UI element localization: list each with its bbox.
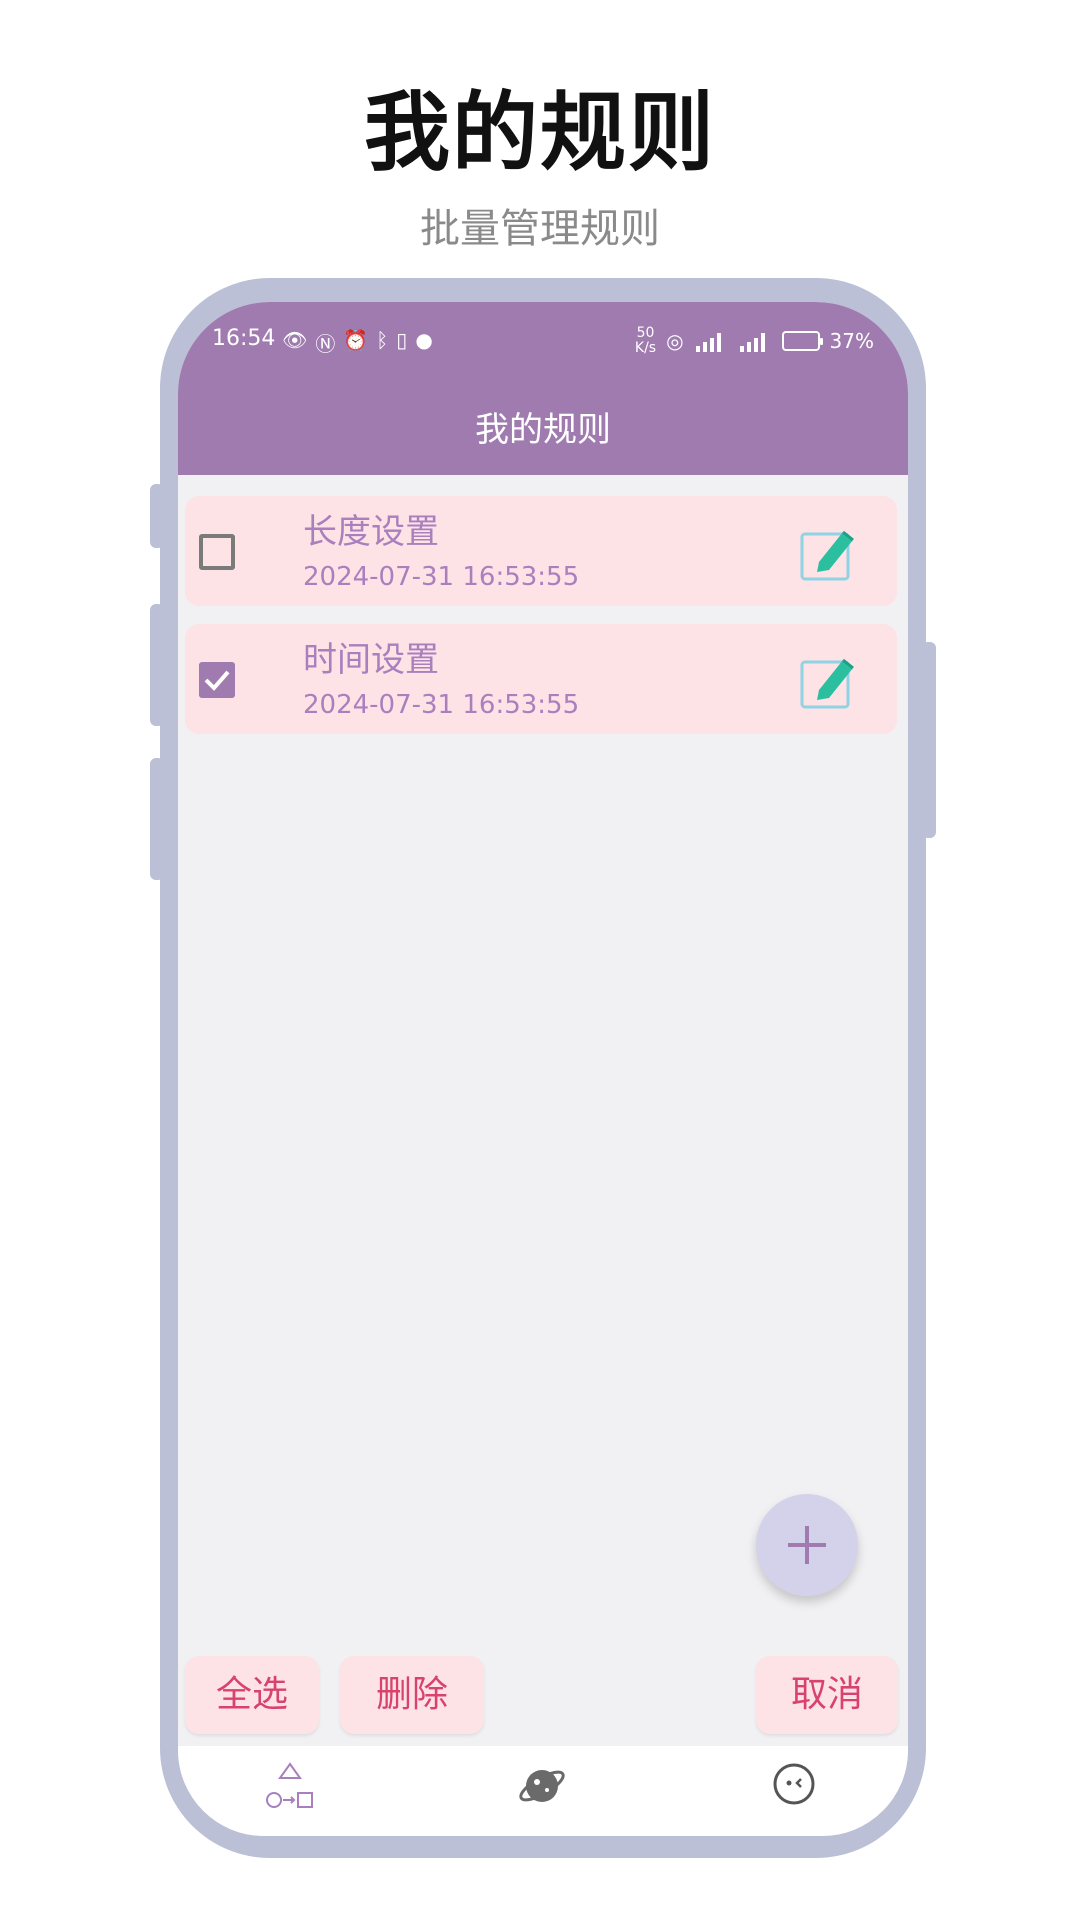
rule-name: 时间设置 bbox=[303, 640, 439, 680]
status-bar: 16:54 👁 Ⓝ ⏰ ᛒ ▯ ● 50 K/s ◎ 37% bbox=[178, 322, 908, 366]
edit-note-icon[interactable] bbox=[799, 652, 857, 710]
rule-date: 2024-07-31 16:53:55 bbox=[303, 690, 580, 720]
hotspot-icon: ◎ bbox=[666, 329, 684, 353]
cancel-button[interactable]: 取消 bbox=[756, 1656, 898, 1734]
bluetooth-icon: ᛒ bbox=[376, 328, 389, 352]
rule-name: 长度设置 bbox=[303, 512, 439, 552]
status-icons-right: 50 K/s ◎ 37% bbox=[635, 326, 874, 356]
plus-icon bbox=[788, 1526, 826, 1564]
phone-side-button bbox=[150, 604, 164, 726]
rule-card[interactable]: 时间设置 2024-07-31 16:53:55 bbox=[185, 624, 897, 734]
alarm-icon: ⏰ bbox=[343, 328, 369, 352]
net-speed: 50 K/s bbox=[634, 325, 657, 356]
battery-icon bbox=[781, 331, 823, 351]
battery-level: 37% bbox=[829, 329, 874, 353]
rule-checkbox[interactable] bbox=[199, 534, 235, 570]
app-header: 16:54 👁 Ⓝ ⏰ ᛒ ▯ ● 50 K/s ◎ 37% 我的规则 bbox=[178, 302, 908, 475]
rule-card[interactable]: 长度设置 2024-07-31 16:53:55 bbox=[185, 496, 897, 606]
select-all-button[interactable]: 全选 bbox=[185, 1656, 319, 1734]
check-icon bbox=[204, 670, 230, 691]
add-rule-button[interactable] bbox=[756, 1494, 858, 1596]
status-time: 16:54 bbox=[212, 326, 276, 351]
promo-title: 我的规则 bbox=[364, 83, 716, 183]
phone-side-button bbox=[150, 758, 164, 880]
rule-date: 2024-07-31 16:53:55 bbox=[303, 562, 580, 592]
phone-power-button bbox=[922, 642, 936, 838]
app-title: 我的规则 bbox=[475, 410, 611, 450]
vibrate-icon: ▯ bbox=[396, 328, 408, 352]
delete-button[interactable]: 删除 bbox=[340, 1656, 484, 1734]
rule-checkbox-checked[interactable] bbox=[199, 662, 235, 698]
app-notification-icon: ● bbox=[415, 328, 433, 352]
face-icon[interactable] bbox=[772, 1762, 816, 1806]
phone-screen: 16:54 👁 Ⓝ ⏰ ᛒ ▯ ● 50 K/s ◎ 37% 我的规则 长度设置… bbox=[178, 302, 908, 1836]
signal-icon bbox=[695, 333, 721, 352]
phone-side-button bbox=[150, 484, 164, 548]
nfc-icon: Ⓝ bbox=[315, 332, 336, 356]
eye-icon: 👁 bbox=[282, 328, 308, 352]
bottom-nav bbox=[178, 1746, 908, 1836]
signal-icon bbox=[739, 333, 765, 352]
edit-note-icon[interactable] bbox=[799, 524, 857, 582]
status-icons-left: 👁 Ⓝ ⏰ ᛒ ▯ ● bbox=[282, 328, 433, 357]
promo-subtitle: 批量管理规则 bbox=[420, 206, 660, 252]
shapes-icon[interactable] bbox=[264, 1762, 316, 1808]
planet-icon[interactable] bbox=[516, 1762, 568, 1810]
